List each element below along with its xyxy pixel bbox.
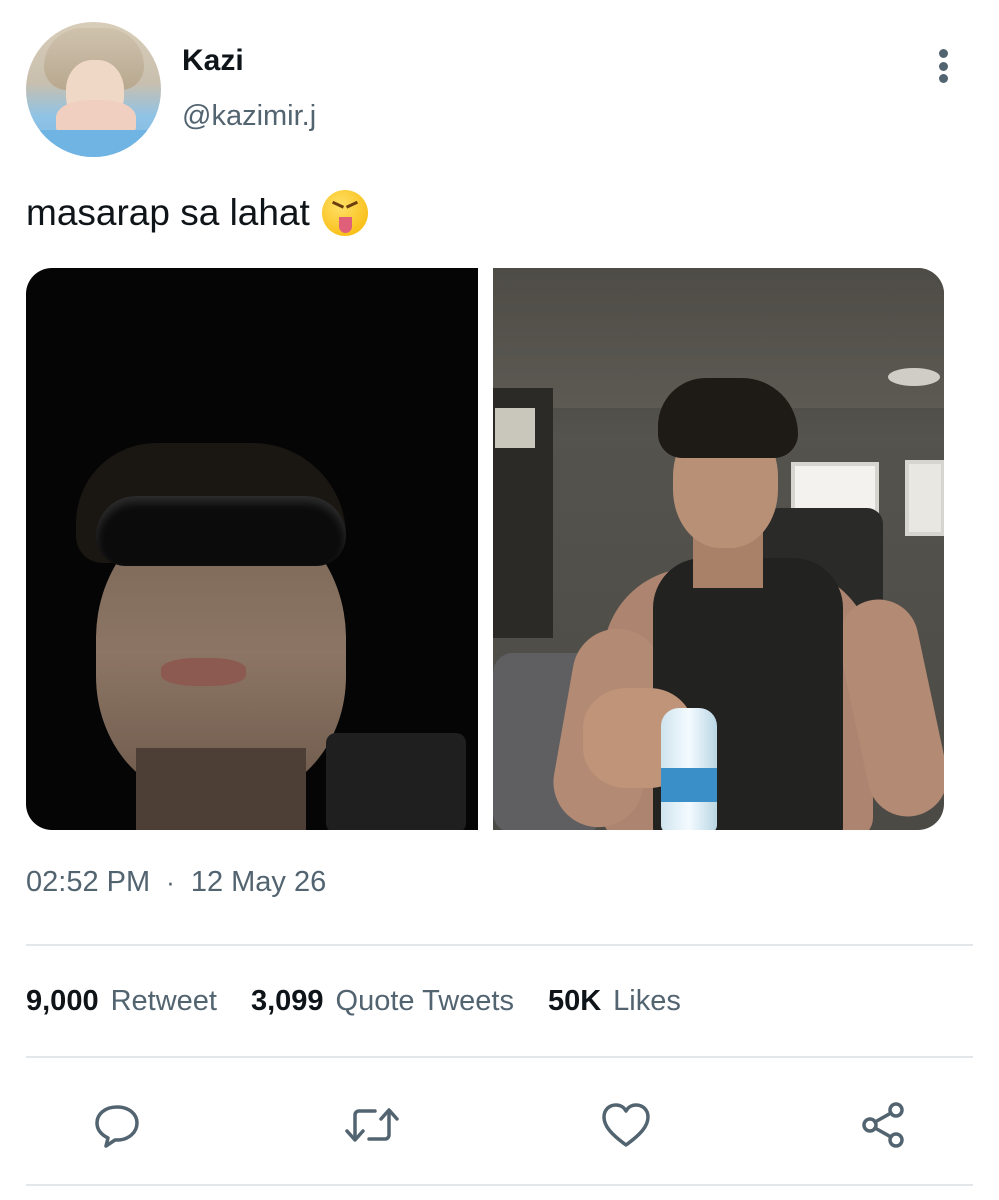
like-button[interactable]	[591, 1090, 661, 1160]
reply-icon	[95, 1105, 139, 1148]
tweet-media	[26, 268, 944, 830]
tweet-text-content: masarap sa lahat	[26, 192, 310, 233]
retweets-label: Retweet	[110, 985, 217, 1017]
quote-tweets-label: Quote Tweets	[335, 985, 514, 1017]
likes-count: 50K	[547, 985, 602, 1017]
divider	[26, 944, 973, 946]
likes-stat[interactable]: 50K Likes	[548, 985, 681, 1018]
tweet-stats: 9,000 Retweet 3,099 Quote Tweets 50K Lik…	[26, 985, 715, 1018]
likes-label: Likes	[613, 985, 681, 1017]
retweet-button[interactable]	[337, 1090, 407, 1160]
tweet-detail: Kazi @kazimir.j masarap sa lahat 02:52 P…	[0, 0, 999, 1200]
quote-tweets-stat[interactable]: 3,099 Quote Tweets	[251, 985, 514, 1018]
divider	[26, 1056, 973, 1058]
tweet-date: 12 May 26	[190, 866, 327, 898]
retweet-icon	[345, 1108, 399, 1142]
tweet-time: 02:52 PM	[26, 866, 151, 898]
quote-tweets-count: 3,099	[250, 985, 324, 1017]
squinting-face-with-tongue-icon	[321, 190, 368, 236]
author-handle[interactable]: @kazimir.j	[182, 100, 316, 133]
more-options-button[interactable]	[928, 44, 958, 88]
share-button[interactable]	[848, 1090, 918, 1160]
more-vertical-icon	[938, 49, 948, 58]
retweets-stat[interactable]: 9,000 Retweet	[26, 985, 217, 1018]
avatar[interactable]	[26, 22, 161, 157]
retweets-count: 9,000	[26, 985, 99, 1017]
tweet-timestamp[interactable]: 02:52 PM · 12 May 26	[26, 866, 326, 899]
author-name[interactable]: Kazi	[182, 44, 244, 78]
media-photo-2[interactable]	[493, 268, 944, 830]
heart-icon	[602, 1103, 650, 1147]
divider	[26, 1184, 973, 1186]
tweet-text: masarap sa lahat	[26, 190, 368, 236]
reply-button[interactable]	[82, 1090, 152, 1160]
share-icon	[862, 1102, 904, 1148]
tweet-actions	[0, 1090, 999, 1160]
media-photo-1[interactable]	[26, 268, 478, 830]
timestamp-separator: ·	[166, 867, 175, 897]
